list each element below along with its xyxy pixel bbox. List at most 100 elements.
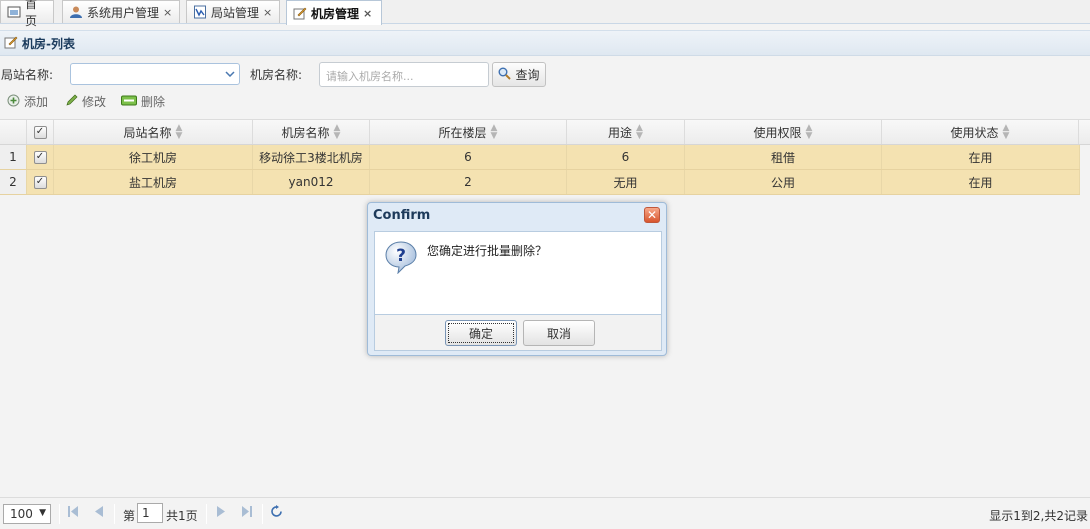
edit-icon xyxy=(4,35,18,52)
tab-label: 机房管理 xyxy=(311,6,360,21)
column-header-room[interactable]: 机房名称 ▲ ▼ xyxy=(253,120,370,144)
prev-page-icon[interactable] xyxy=(95,506,103,520)
query-label: 查询 xyxy=(515,68,540,82)
dialog-body: ? 您确定进行批量删除？ xyxy=(374,231,662,314)
dialog-footer: 确定 取消 xyxy=(374,314,662,351)
sort-icon: ▲ ▼ xyxy=(333,123,341,141)
search-bar: 局站名称: 机房名称: 请输入机房名称... 查询 xyxy=(0,60,1090,88)
station-select[interactable] xyxy=(70,63,240,85)
column-header-permission[interactable]: 使用权限 ▲ ▼ xyxy=(685,120,882,144)
query-button[interactable]: 查询 xyxy=(492,62,546,87)
data-grid: ✓ 局站名称 ▲ ▼ 机房名称 ▲ ▼ 所在楼层 ▲ ▼ 用途 ▲ ▼ 使用权限 ▲ ▼ … xyxy=(0,119,1090,195)
add-button[interactable]: 添加 xyxy=(7,93,48,110)
document-icon xyxy=(193,5,207,19)
first-page-icon[interactable] xyxy=(68,506,78,520)
svg-text:?: ? xyxy=(396,246,406,266)
room-name-input[interactable]: 请输入机房名称... xyxy=(319,62,489,87)
refresh-icon[interactable] xyxy=(271,505,283,521)
cell-floor: 2 xyxy=(370,170,567,194)
add-label: 添加 xyxy=(24,95,49,109)
cell-permission: 租借 xyxy=(685,145,882,169)
column-header-status[interactable]: 使用状态 ▲ ▼ xyxy=(882,120,1079,144)
divider xyxy=(262,504,263,524)
close-icon[interactable]: ✕ xyxy=(644,207,660,223)
ok-button[interactable]: 确定 xyxy=(445,320,517,346)
close-icon[interactable]: × xyxy=(263,6,272,19)
close-icon[interactable]: × xyxy=(163,6,172,19)
column-header-label: 使用权限 xyxy=(753,125,802,140)
home-icon xyxy=(7,5,21,19)
panel-title: 机房-列表 xyxy=(22,36,75,51)
column-header-station[interactable]: 局站名称 ▲ ▼ xyxy=(54,120,253,144)
sort-icon: ▲ ▼ xyxy=(1002,123,1010,141)
tab-home[interactable]: 首页 xyxy=(0,0,54,28)
chevron-down-icon: ▼ xyxy=(39,508,46,518)
sort-icon: ▲ ▼ xyxy=(805,123,813,141)
close-icon[interactable]: × xyxy=(363,7,372,20)
column-header-label: 使用状态 xyxy=(950,125,999,140)
edit-icon xyxy=(293,6,307,20)
select-all-checkbox[interactable]: ✓ xyxy=(27,120,54,144)
dialog-message: 您确定进行批量删除？ xyxy=(427,244,548,258)
cell-floor: 6 xyxy=(370,145,567,169)
user-icon xyxy=(69,5,83,19)
tab-label: 系统用户管理 xyxy=(87,5,160,20)
toolbar: 添加 修改 删除 xyxy=(0,92,300,112)
room-label: 机房名称: xyxy=(250,68,303,82)
row-number: 2 xyxy=(0,170,27,194)
page-number-input[interactable]: 1 xyxy=(137,503,163,523)
cancel-button[interactable]: 取消 xyxy=(523,320,595,346)
dialog-title: Confirm xyxy=(373,208,431,223)
chevron-down-icon[interactable] xyxy=(221,64,239,84)
divider xyxy=(206,504,207,524)
cell-room: 移动徐工3楼北机房 xyxy=(253,145,370,169)
checkbox-checked-icon: ✓ xyxy=(33,150,47,164)
tab-room-management[interactable]: 机房管理 × xyxy=(286,0,382,25)
grid-header: ✓ 局站名称 ▲ ▼ 机房名称 ▲ ▼ 所在楼层 ▲ ▼ 用途 ▲ ▼ 使用权限 ▲ ▼ … xyxy=(0,119,1090,145)
total-pages: 共1页 xyxy=(166,509,198,523)
tab-label: 首页 xyxy=(25,0,38,28)
edit-label: 修改 xyxy=(82,95,107,109)
cell-usage: 6 xyxy=(567,145,685,169)
cell-permission: 公用 xyxy=(685,170,882,194)
row-checkbox[interactable]: ✓ xyxy=(27,145,54,169)
panel-header: 机房-列表 xyxy=(0,30,1090,56)
sort-icon: ▲ ▼ xyxy=(490,123,498,141)
last-page-icon[interactable] xyxy=(242,506,252,520)
column-header-usage[interactable]: 用途 ▲ ▼ xyxy=(567,120,685,144)
table-row[interactable]: 1 ✓ 徐工机房 移动徐工3楼北机房 6 6 租借 在用 xyxy=(0,145,1080,170)
column-header-label: 用途 xyxy=(608,125,633,140)
pencil-icon xyxy=(65,94,78,110)
pagination-info: 显示1到2,共2记录 xyxy=(989,509,1088,523)
column-header-label: 局站名称 xyxy=(123,125,172,140)
cell-station: 徐工机房 xyxy=(54,145,253,169)
cell-status: 在用 xyxy=(882,170,1080,194)
minus-icon xyxy=(121,95,137,109)
tab-system-users[interactable]: 系统用户管理 × xyxy=(62,0,180,23)
sort-icon: ▲ ▼ xyxy=(175,123,183,141)
cell-station: 盐工机房 xyxy=(54,170,253,194)
rownum-header xyxy=(0,120,27,144)
cell-usage: 无用 xyxy=(567,170,685,194)
column-header-floor[interactable]: 所在楼层 ▲ ▼ xyxy=(370,120,567,144)
column-header-label: 所在楼层 xyxy=(438,125,487,140)
add-icon xyxy=(7,94,20,110)
page-size-value: 100 xyxy=(10,507,33,521)
pagination-bar: 100 ▼ 第 1 共1页 显示1到2,共2记录 xyxy=(0,497,1090,529)
row-checkbox[interactable]: ✓ xyxy=(27,170,54,194)
page-size-select[interactable]: 100 ▼ xyxy=(3,504,51,524)
tab-station-management[interactable]: 局站管理 × xyxy=(186,0,280,23)
next-page-icon[interactable] xyxy=(217,506,225,520)
question-icon: ? xyxy=(384,240,418,275)
delete-label: 删除 xyxy=(141,95,166,109)
confirm-dialog: Confirm ✕ ? 您确定进行批量删除？ 确定 取消 xyxy=(367,202,667,356)
sort-icon: ▲ ▼ xyxy=(636,123,643,141)
edit-button[interactable]: 修改 xyxy=(65,93,106,110)
table-row[interactable]: 2 ✓ 盐工机房 yan012 2 无用 公用 在用 xyxy=(0,170,1080,195)
cell-room: yan012 xyxy=(253,170,370,194)
divider xyxy=(114,504,115,524)
column-header-label: 机房名称 xyxy=(281,125,330,140)
delete-button[interactable]: 删除 xyxy=(121,93,165,110)
divider xyxy=(59,504,60,524)
checkbox-checked-icon: ✓ xyxy=(33,125,47,139)
